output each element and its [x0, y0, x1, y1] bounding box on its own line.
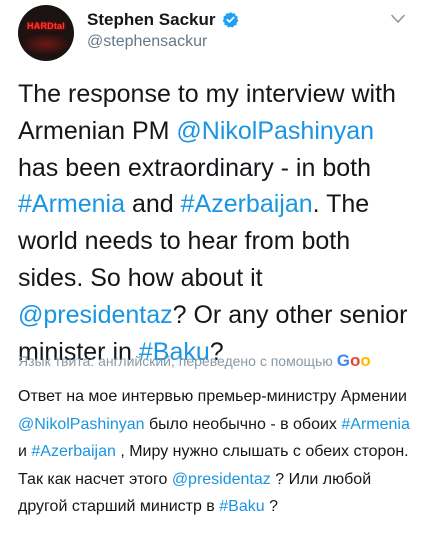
hashtag-link[interactable]: #Armenia	[341, 416, 409, 433]
author-handle[interactable]: @stephensackur	[87, 33, 207, 51]
translation-label: Язык твита: английский, переведено с пом…	[18, 353, 333, 369]
translated-text-segment: и	[18, 443, 32, 460]
author-display-name[interactable]: Stephen Sackur	[87, 10, 216, 30]
translation-attribution[interactable]: Язык твита: английский, переведено с пом…	[18, 351, 421, 373]
hashtag-link[interactable]: #Baku	[219, 498, 264, 515]
translated-text-segment: было необычно - в обоих	[144, 415, 342, 433]
translated-text: Ответ на мое интервью премьер-министру А…	[18, 383, 421, 521]
hashtag-link[interactable]: #Azerbaijan	[181, 190, 313, 218]
tweet-text-segment: has been extraordinary - in both	[18, 153, 371, 182]
hashtag-link[interactable]: #Azerbaijan	[31, 443, 116, 460]
translated-text-segment: Ответ на мое интервью премьер-министру А…	[18, 388, 407, 405]
mention-link[interactable]: @NikolPashinyan	[18, 416, 145, 433]
chevron-down-icon[interactable]	[390, 13, 406, 25]
tweet-text: The response to my interview with Armeni…	[18, 76, 416, 370]
verified-badge-icon	[222, 12, 239, 28]
tweet-text-segment: and	[125, 190, 181, 219]
avatar[interactable]: HARDtal	[18, 5, 74, 61]
tweet-header: HARDtal Stephen Sackur @stephensackur	[0, 0, 421, 70]
google-logo-letter: o	[360, 351, 371, 370]
translated-text-segment: ?	[264, 498, 278, 515]
mention-link[interactable]: @presidentaz	[18, 301, 173, 329]
mention-link[interactable]: @presidentaz	[172, 471, 271, 488]
mention-link[interactable]: @NikolPashinyan	[176, 117, 374, 145]
google-logo-letter: G	[336, 351, 350, 370]
hashtag-link[interactable]: #Armenia	[18, 190, 125, 218]
avatar-glow	[22, 33, 70, 55]
avatar-logo-text: HARDtal	[27, 21, 65, 31]
google-logo-letter: o	[349, 351, 361, 370]
